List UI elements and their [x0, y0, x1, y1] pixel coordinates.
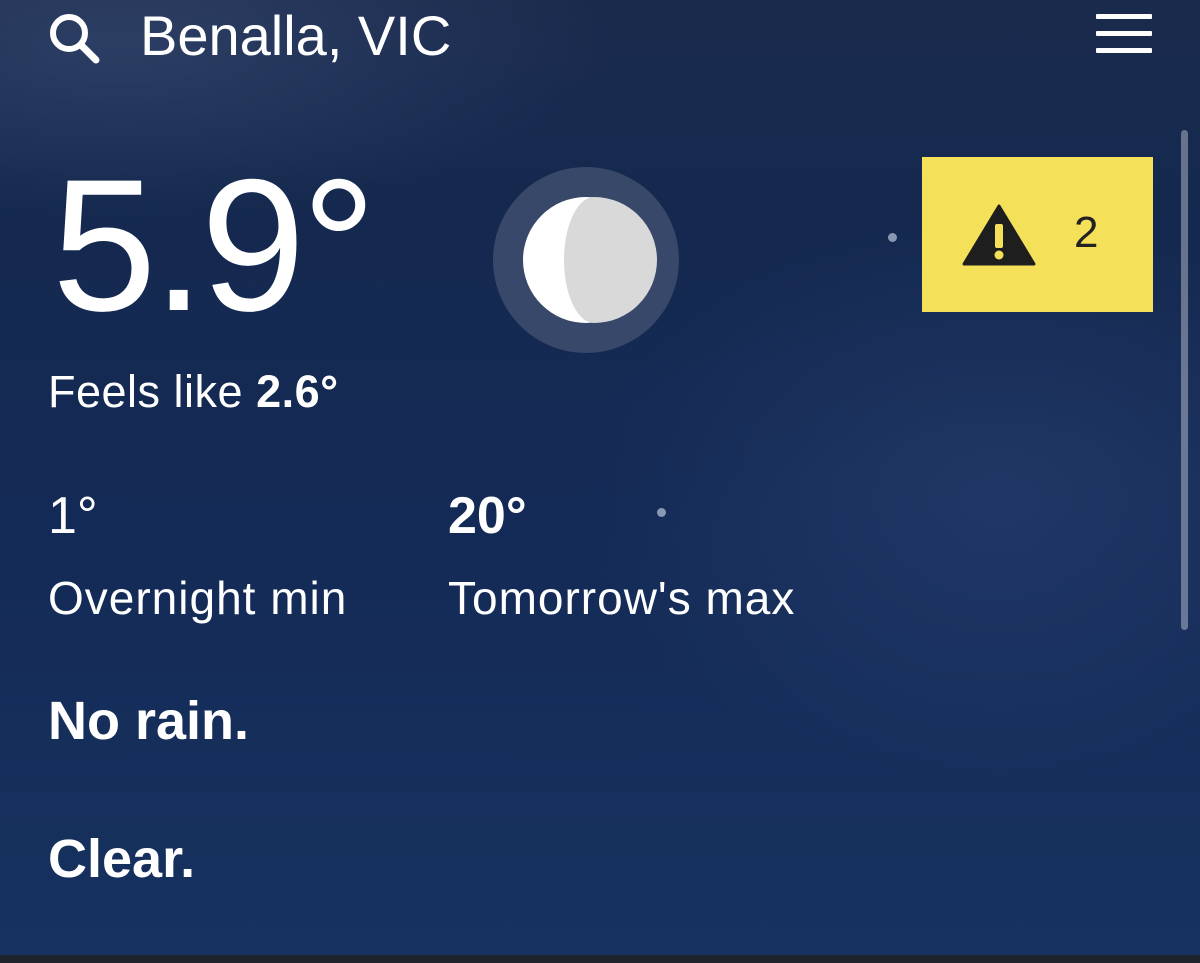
- feels-like: Feels like 2.6°: [48, 366, 339, 418]
- moon-icon: [493, 167, 679, 353]
- search-icon[interactable]: [46, 10, 102, 66]
- feels-like-value: 2.6°: [256, 366, 339, 417]
- location-title[interactable]: Benalla, VIC: [140, 4, 451, 68]
- weather-screen: Benalla, VIC 5.9° 2 Feels like 2.6° 1° O…: [0, 0, 1200, 963]
- tomorrow-max-label: Tomorrow's max: [448, 572, 796, 624]
- rain-summary: No rain.: [48, 691, 250, 751]
- warning-icon: [962, 204, 1036, 266]
- feels-like-label: Feels like: [48, 366, 244, 417]
- bottom-bar: [0, 955, 1200, 963]
- overnight-min-label: Overnight min: [48, 572, 348, 624]
- warnings-button[interactable]: 2: [922, 157, 1153, 312]
- overnight-min-value: 1°: [48, 487, 98, 545]
- tomorrow-max-value: 20°: [448, 487, 527, 545]
- menu-icon[interactable]: [1096, 14, 1152, 54]
- warning-count: 2: [1074, 208, 1099, 257]
- star-decoration: [888, 233, 897, 242]
- star-decoration: [657, 508, 666, 517]
- condition-summary: Clear.: [48, 829, 196, 889]
- scrollbar[interactable]: [1181, 130, 1188, 630]
- current-temperature: 5.9°: [52, 140, 377, 350]
